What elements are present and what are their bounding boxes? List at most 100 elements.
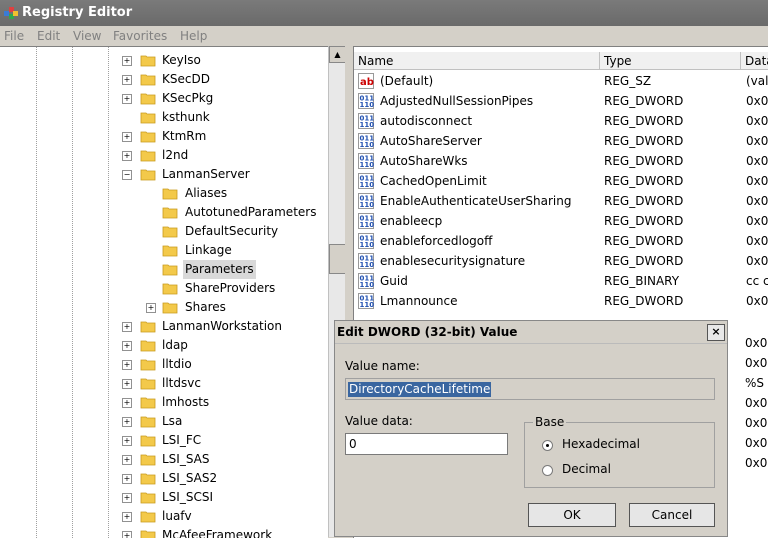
folder-icon [140, 112, 156, 124]
menu-help[interactable]: Help [180, 29, 207, 43]
collapse-icon[interactable]: − [122, 170, 132, 180]
value-type: REG_DWORD [604, 114, 684, 128]
value-row[interactable]: 011 110 AdjustedNullSessionPipes REG_DWORD 0… [354, 91, 768, 111]
expand-icon[interactable]: + [122, 493, 132, 503]
scroll-up-arrow[interactable]: ▲ [329, 46, 346, 63]
binary-value-icon: 011110 [358, 233, 374, 249]
expand-icon[interactable]: + [122, 360, 132, 370]
tree-item[interactable]: + KSecDD [0, 70, 328, 89]
tree-item[interactable]: Aliases [0, 184, 328, 203]
column-header-data[interactable]: Data [741, 52, 768, 70]
expand-icon[interactable]: + [122, 379, 132, 389]
column-header-type[interactable]: Type [600, 52, 741, 70]
tree-item[interactable]: + LanmanWorkstation [0, 317, 328, 336]
tree-item[interactable]: + Shares [0, 298, 328, 317]
close-icon[interactable]: × [707, 324, 725, 341]
tree-item[interactable]: + l2nd [0, 146, 328, 165]
expand-icon[interactable]: + [122, 322, 132, 332]
folder-icon [140, 492, 156, 504]
expand-icon[interactable]: + [122, 151, 132, 161]
expand-icon[interactable]: + [122, 56, 132, 66]
radio-hexadecimal-label[interactable]: Hexadecimal [562, 437, 640, 451]
value-name: enableecp [380, 214, 443, 228]
tree-item[interactable]: Parameters [0, 260, 328, 279]
column-header-name[interactable]: Name [354, 52, 600, 70]
value-row[interactable]: 011 110 AutoShareWks REG_DWORD 0x0 [354, 151, 768, 171]
radio-decimal[interactable] [542, 465, 553, 476]
tree-item[interactable]: ksthunk [0, 108, 328, 127]
expand-icon[interactable]: + [122, 512, 132, 522]
cancel-button[interactable]: Cancel [629, 503, 715, 527]
value-data-label: Value data: [345, 414, 413, 428]
binary-value-icon: 011110 [358, 93, 374, 109]
menu-edit[interactable]: Edit [37, 29, 60, 43]
tree-item[interactable]: + luafv [0, 507, 328, 526]
base-label: Base [533, 415, 567, 429]
tree-item[interactable]: AutotunedParameters [0, 203, 328, 222]
tree-item[interactable]: + LSI_FC [0, 431, 328, 450]
tree-item[interactable]: ShareProviders [0, 279, 328, 298]
value-row[interactable]: 011 110 enableecp REG_DWORD 0x0 [354, 211, 768, 231]
value-data: 0x0 [746, 154, 768, 168]
folder-icon [162, 188, 178, 200]
svg-text:110: 110 [360, 161, 375, 169]
value-name: enableforcedlogoff [380, 234, 493, 248]
window-title: Registry Editor [22, 5, 133, 20]
tree-item[interactable]: + ldap [0, 336, 328, 355]
tree-item[interactable]: − LanmanServer [0, 165, 328, 184]
expand-icon[interactable]: + [122, 94, 132, 104]
value-row[interactable]: 011 110 enablesecuritysignature REG_DWORD 0x… [354, 251, 768, 271]
value-type: REG_DWORD [604, 254, 684, 268]
menu-favorites[interactable]: Favorites [113, 29, 167, 43]
value-row[interactable]: 011 110 AutoShareServer REG_DWORD 0x0 [354, 131, 768, 151]
tree-item[interactable]: + McAfeeFramework [0, 526, 328, 538]
value-row[interactable]: 011 110 EnableAuthenticateUserSharing REG_D… [354, 191, 768, 211]
binary-value-icon: 011110 [358, 153, 374, 169]
menu-view[interactable]: View [73, 29, 101, 43]
value-data: (val [746, 74, 768, 88]
value-row[interactable]: 011 110 enableforcedlogoff REG_DWORD 0x0 [354, 231, 768, 251]
folder-icon [140, 93, 156, 105]
radio-decimal-label[interactable]: Decimal [562, 462, 611, 476]
tree-item[interactable]: + KeyIso [0, 51, 328, 70]
value-row[interactable]: 011 110 Lmannounce REG_DWORD 0x0 [354, 291, 768, 311]
expand-icon[interactable]: + [122, 455, 132, 465]
expand-icon[interactable]: + [122, 75, 132, 85]
edit-dword-dialog: Edit DWORD (32-bit) Value × Value name: … [334, 320, 728, 537]
expand-icon[interactable]: + [122, 132, 132, 142]
value-row[interactable]: 011 110 Guid REG_BINARY cc c [354, 271, 768, 291]
menu-file[interactable]: File [4, 29, 24, 43]
radio-hexadecimal[interactable] [542, 440, 553, 451]
tree-item[interactable]: + KtmRm [0, 127, 328, 146]
tree-item[interactable]: + LSI_SCSI [0, 488, 328, 507]
value-data: 0x0 [746, 194, 768, 208]
value-data: 0x0 [746, 134, 768, 148]
value-row[interactable]: ab (Default) REG_SZ (val [354, 71, 768, 91]
tree-item[interactable]: DefaultSecurity [0, 222, 328, 241]
registry-tree[interactable]: + KeyIso + KSecDD + KSecPkg ksthunk + KtmRm + l2nd… [0, 46, 328, 538]
value-name: EnableAuthenticateUserSharing [380, 194, 572, 208]
tree-item-label: DefaultSecurity [185, 224, 279, 238]
scroll-thumb[interactable] [329, 244, 346, 274]
tree-item[interactable]: + KSecPkg [0, 89, 328, 108]
value-row[interactable]: 011 110 CachedOpenLimit REG_DWORD 0x0 [354, 171, 768, 191]
expand-icon[interactable]: + [122, 341, 132, 351]
value-name: AutoShareWks [380, 154, 468, 168]
tree-item[interactable]: Linkage [0, 241, 328, 260]
tree-item[interactable]: + lltdsvc [0, 374, 328, 393]
expand-icon[interactable]: + [122, 398, 132, 408]
value-row[interactable]: 011 110 autodisconnect REG_DWORD 0x0 [354, 111, 768, 131]
value-name-text: DirectoryCacheLifetime [348, 382, 492, 397]
expand-icon[interactable]: + [146, 303, 156, 313]
tree-item[interactable]: + lmhosts [0, 393, 328, 412]
tree-item[interactable]: + lltdio [0, 355, 328, 374]
ok-button[interactable]: OK [528, 503, 616, 527]
expand-icon[interactable]: + [122, 474, 132, 484]
expand-icon[interactable]: + [122, 436, 132, 446]
value-data-input[interactable]: 0 [345, 433, 508, 455]
tree-item[interactable]: + LSI_SAS2 [0, 469, 328, 488]
expand-icon[interactable]: + [122, 417, 132, 427]
svg-text:110: 110 [360, 281, 375, 289]
tree-item[interactable]: + Lsa [0, 412, 328, 431]
tree-item[interactable]: + LSI_SAS [0, 450, 328, 469]
